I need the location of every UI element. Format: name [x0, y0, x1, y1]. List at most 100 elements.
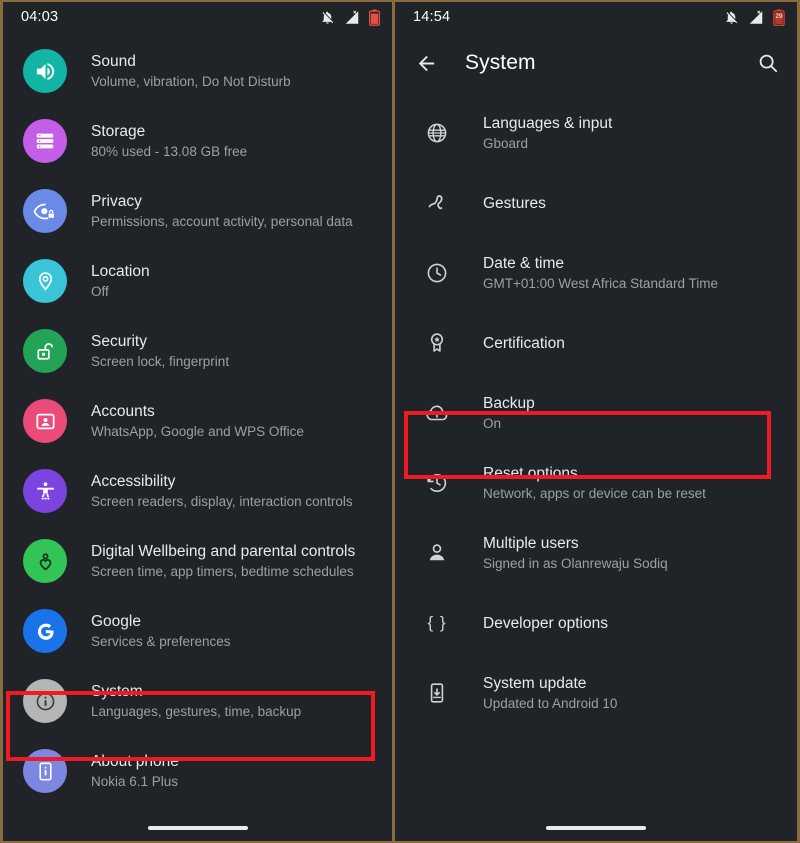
person-icon: [422, 531, 452, 575]
row-subtitle: Volume, vibration, Do Not Disturb: [91, 74, 291, 89]
row-title: Digital Wellbeing and parental controls: [91, 543, 356, 560]
settings-row-text: Gestures: [483, 194, 546, 213]
settings-row-about-phone[interactable]: About phone Nokia 6.1 Plus: [3, 736, 392, 806]
settings-row-digital-wellbeing[interactable]: Digital Wellbeing and parental controls …: [3, 526, 392, 596]
row-subtitle: Languages, gestures, time, backup: [91, 704, 302, 719]
settings-row-text: Backup On: [483, 394, 535, 432]
search-icon[interactable]: [755, 50, 781, 76]
navigation-bar-left: [3, 815, 392, 841]
notifications-off-icon: [320, 10, 335, 25]
phone-info-icon: [23, 749, 67, 793]
back-arrow-icon[interactable]: [413, 50, 439, 76]
settings-row-text: Accessibility Screen readers, display, i…: [91, 472, 353, 510]
settings-row-privacy[interactable]: Privacy Permissions, account activity, p…: [3, 176, 392, 246]
row-title: Google: [91, 613, 141, 630]
settings-row-system[interactable]: System Languages, gestures, time, backup: [3, 666, 392, 736]
row-title: Storage: [91, 123, 146, 140]
storage-icon: [23, 119, 67, 163]
row-title: Accessibility: [91, 473, 176, 490]
row-title: Accounts: [91, 403, 155, 420]
row-title: Certification: [483, 334, 565, 352]
row-subtitle: Updated to Android 10: [483, 696, 618, 711]
settings-row-text: Security Screen lock, fingerprint: [91, 332, 229, 370]
row-subtitle: Screen readers, display, interaction con…: [91, 494, 353, 509]
settings-row-text: Digital Wellbeing and parental controls …: [91, 542, 355, 580]
status-icon-group: [320, 9, 380, 26]
settings-row-certification[interactable]: Certification: [395, 308, 797, 378]
row-subtitle: Nokia 6.1 Plus: [91, 774, 179, 789]
row-subtitle: Network, apps or device can be reset: [483, 486, 706, 501]
certification-badge-icon: [422, 321, 452, 365]
row-subtitle: Screen time, app timers, bedtime schedul…: [91, 564, 354, 579]
status-bar-right: 14:54 29: [395, 2, 797, 32]
row-title: Location: [91, 263, 150, 280]
row-subtitle: GMT+01:00 West Africa Standard Time: [483, 276, 718, 291]
row-subtitle: Off: [91, 284, 109, 299]
unlocked-padlock-icon: [23, 329, 67, 373]
settings-row-storage[interactable]: Storage 80% used - 13.08 GB free: [3, 106, 392, 176]
phone-download-icon: [422, 671, 452, 715]
clock-icon: [422, 251, 452, 295]
row-subtitle: On: [483, 416, 502, 431]
settings-row-google[interactable]: Google Services & preferences: [3, 596, 392, 666]
app-bar: System: [395, 32, 797, 94]
row-subtitle: Gboard: [483, 136, 529, 151]
settings-row-text: System Languages, gestures, time, backup: [91, 682, 301, 720]
settings-list-left: Sound Volume, vibration, Do Not Disturb: [3, 32, 392, 806]
settings-row-date-time[interactable]: Date & time GMT+01:00 West Africa Standa…: [395, 238, 797, 308]
battery-percent-label: 29: [775, 12, 783, 20]
settings-row-text: Sound Volume, vibration, Do Not Disturb: [91, 52, 291, 90]
row-title: Developer options: [483, 614, 608, 632]
home-gesture-pill[interactable]: [147, 826, 248, 830]
page-title: System: [465, 51, 536, 74]
settings-row-reset-options[interactable]: Reset options Network, apps or device ca…: [395, 448, 797, 518]
row-title: System: [91, 683, 143, 700]
settings-row-text: Date & time GMT+01:00 West Africa Standa…: [483, 254, 718, 292]
no-signal-icon: [748, 10, 764, 25]
settings-row-backup[interactable]: Backup On: [395, 378, 797, 448]
settings-row-accounts[interactable]: Accounts WhatsApp, Google and WPS Office: [3, 386, 392, 456]
no-signal-icon: [344, 10, 360, 25]
row-title: Multiple users: [483, 535, 579, 552]
settings-row-accessibility[interactable]: Accessibility Screen readers, display, i…: [3, 456, 392, 526]
status-clock: 14:54: [413, 9, 451, 25]
row-title: Languages & input: [483, 115, 613, 132]
settings-row-languages-input[interactable]: Languages & input Gboard: [395, 98, 797, 168]
google-g-icon: [23, 609, 67, 653]
row-title: Date & time: [483, 255, 564, 272]
row-subtitle: Services & preferences: [91, 634, 231, 649]
row-subtitle: Screen lock, fingerprint: [91, 354, 230, 369]
settings-row-text: Accounts WhatsApp, Google and WPS Office: [91, 402, 304, 440]
settings-row-text: About phone Nokia 6.1 Plus: [91, 752, 179, 790]
settings-row-system-update[interactable]: System update Updated to Android 10: [395, 658, 797, 728]
settings-row-security[interactable]: Security Screen lock, fingerprint: [3, 316, 392, 386]
globe-icon: [422, 111, 452, 155]
settings-row-sound[interactable]: Sound Volume, vibration, Do Not Disturb: [3, 36, 392, 106]
settings-row-multiple-users[interactable]: Multiple users Signed in as Olanrewaju S…: [395, 518, 797, 588]
row-title: Backup: [483, 395, 535, 412]
settings-row-text: Google Services & preferences: [91, 612, 231, 650]
settings-list-right: Languages & input Gboard Gestures Date &…: [395, 94, 797, 728]
status-bar-left: 04:03: [3, 2, 392, 32]
navigation-bar-right: [395, 815, 797, 841]
notifications-off-icon: [724, 10, 739, 25]
info-circle-icon: [23, 679, 67, 723]
row-subtitle: 80% used - 13.08 GB free: [91, 144, 248, 159]
row-subtitle: WhatsApp, Google and WPS Office: [91, 424, 304, 439]
braces-icon: { }: [427, 613, 447, 632]
status-icon-group: 29: [724, 8, 785, 26]
restore-history-icon: [422, 461, 452, 505]
battery-low-icon: [369, 9, 380, 26]
settings-row-gestures[interactable]: Gestures: [395, 168, 797, 238]
row-subtitle: Permissions, account activity, personal …: [91, 214, 353, 229]
home-gesture-pill[interactable]: [546, 826, 646, 830]
settings-row-text: Developer options: [483, 614, 608, 633]
settings-row-text: Languages & input Gboard: [483, 114, 612, 152]
settings-row-location[interactable]: Location Off: [3, 246, 392, 316]
row-title: About phone: [91, 753, 179, 770]
row-title: Security: [91, 333, 147, 350]
settings-row-developer-options[interactable]: { } Developer options: [395, 588, 797, 658]
privacy-eye-lock-icon: [23, 189, 67, 233]
settings-row-text: System update Updated to Android 10: [483, 674, 617, 712]
settings-row-text: Multiple users Signed in as Olanrewaju S…: [483, 534, 668, 572]
